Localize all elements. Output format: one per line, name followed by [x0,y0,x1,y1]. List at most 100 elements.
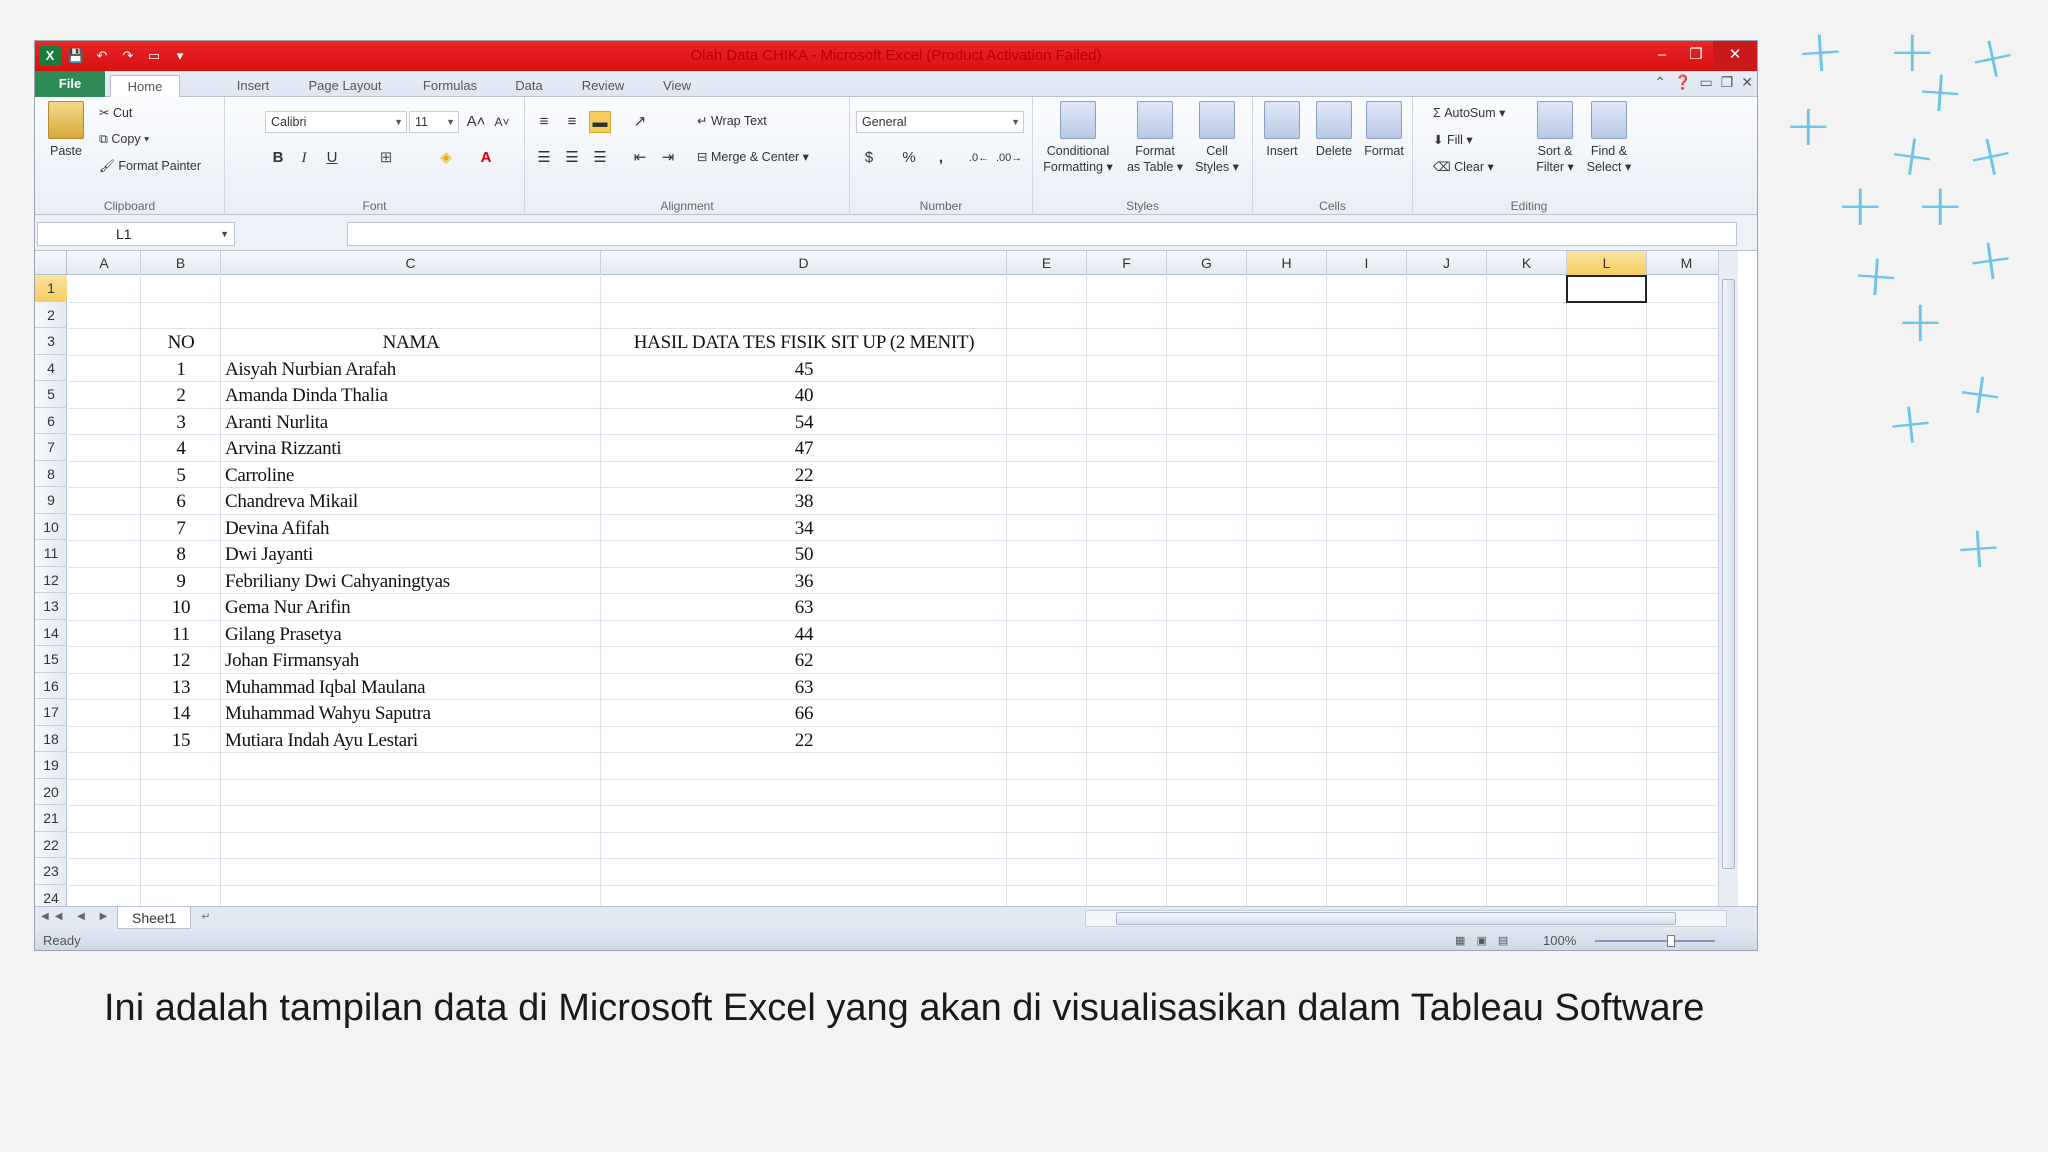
font-size-select[interactable]: 11 ▼ [409,111,459,133]
cell-hasil[interactable]: 66 [601,700,1007,727]
minimize-ribbon-icon[interactable]: ⌃ [1654,74,1666,91]
italic-button[interactable]: I [293,147,315,169]
cell-nama[interactable]: Chandreva Mikail [225,488,601,515]
row-header-10[interactable]: 10 [35,514,67,540]
insert-cells-button[interactable]: Insert [1257,101,1307,159]
cell-nama[interactable]: Devina Afifah [225,515,601,542]
cell-no[interactable]: 3 [141,409,221,436]
cell-header-no[interactable]: NO [141,329,221,356]
cell-hasil[interactable]: 38 [601,488,1007,515]
cell-hasil[interactable]: 44 [601,621,1007,648]
column-header-f[interactable]: F [1087,251,1167,275]
column-header-e[interactable]: E [1007,251,1087,275]
cell-nama[interactable]: Johan Firmansyah [225,647,601,674]
cell-hasil[interactable]: 62 [601,647,1007,674]
underline-button[interactable]: U [321,147,343,169]
paste-button[interactable]: Paste [41,101,91,159]
row-header-16[interactable]: 16 [35,673,67,699]
zoom-level[interactable]: 100% [1543,930,1576,950]
select-all-corner[interactable] [35,251,67,275]
cell-nama[interactable]: Gema Nur Arifin [225,594,601,621]
row-header-23[interactable]: 23 [35,858,67,885]
cell-styles-button[interactable]: Cell Styles ▾ [1189,101,1245,175]
cell-nama[interactable]: Aranti Nurlita [225,409,601,436]
row-header-19[interactable]: 19 [35,752,67,779]
vertical-scrollbar[interactable] [1718,251,1738,906]
row-header-1[interactable]: 1 [35,275,67,302]
cell-hasil[interactable]: 36 [601,568,1007,595]
cell-no[interactable]: 5 [141,462,221,489]
cell-nama[interactable]: Gilang Prasetya [225,621,601,648]
cell-hasil[interactable]: 34 [601,515,1007,542]
cell-no[interactable]: 10 [141,594,221,621]
row-header-3[interactable]: 3 [35,328,67,355]
cell-hasil[interactable]: 50 [601,541,1007,568]
cell-hasil[interactable]: 40 [601,382,1007,409]
cell-nama[interactable]: Muhammad Iqbal Maulana [225,674,601,701]
zoom-slider-knob[interactable] [1667,935,1675,947]
cell-nama[interactable]: Mutiara Indah Ayu Lestari [225,727,601,754]
tab-home[interactable]: Home [110,75,180,98]
wrap-text-button[interactable]: ↵ Wrap Text [697,113,767,128]
row-header-21[interactable]: 21 [35,805,67,832]
tab-view[interactable]: View [649,75,705,97]
align-center-icon[interactable]: ☰ [561,147,583,169]
cell-no[interactable]: 11 [141,621,221,648]
format-as-table-button[interactable]: Format as Table ▾ [1123,101,1187,175]
row-header-6[interactable]: 6 [35,408,67,434]
cell-header-nama[interactable]: NAMA [221,329,601,356]
name-box[interactable]: L1 ▼ [37,222,235,246]
cell-header-hasil[interactable]: HASIL DATA TES FISIK SIT UP (2 MENIT) [601,329,1007,356]
workbook-minimize-icon[interactable]: ▭ [1699,74,1712,91]
align-top-icon[interactable]: ≡ [533,111,555,133]
cell-no[interactable]: 12 [141,647,221,674]
row-header-9[interactable]: 9 [35,487,67,514]
column-header-g[interactable]: G [1167,251,1247,275]
cell-no[interactable]: 1 [141,356,221,383]
format-painter-button[interactable]: 🖌 Format Painter [99,159,201,174]
row-header-4[interactable]: 4 [35,355,67,381]
font-name-select[interactable]: Calibri ▼ [265,111,407,133]
row-header-22[interactable]: 22 [35,832,67,858]
cell-no[interactable]: 4 [141,435,221,462]
row-header-8[interactable]: 8 [35,461,67,487]
cell-hasil[interactable]: 47 [601,435,1007,462]
cell-hasil[interactable]: 45 [601,356,1007,383]
cell-hasil[interactable]: 22 [601,462,1007,489]
sheet-tab-sheet1[interactable]: Sheet1 [117,907,192,929]
cell-nama[interactable]: Aisyah Nurbian Arafah [225,356,601,383]
cell-nama[interactable]: Carroline [225,462,601,489]
column-header-i[interactable]: I [1327,251,1407,275]
workbook-close-icon[interactable]: ✕ [1741,74,1753,91]
number-format-select[interactable]: General ▼ [856,111,1024,133]
merge-center-button[interactable]: ⊟ Merge & Center ▾ [697,149,809,164]
align-right-icon[interactable]: ☰ [589,147,611,169]
scrollbar-thumb[interactable] [1722,279,1735,869]
increase-decimal-icon[interactable]: .0← [968,147,990,169]
fill-color-icon[interactable]: ◈ [435,147,457,169]
cell-no[interactable]: 13 [141,674,221,701]
row-header-15[interactable]: 15 [35,646,67,673]
row-header-14[interactable]: 14 [35,620,67,646]
cell-no[interactable]: 14 [141,700,221,727]
find-select-button[interactable]: Find & Select ▾ [1583,101,1635,175]
row-header-7[interactable]: 7 [35,434,67,461]
comma-button[interactable]: , [930,147,952,169]
align-bottom-icon[interactable]: ▬ [589,111,611,133]
row-header-18[interactable]: 18 [35,726,67,752]
close-button[interactable]: ✕ [1713,41,1757,69]
cell-hasil[interactable]: 22 [601,727,1007,754]
restore-button[interactable]: ❐ [1679,41,1713,69]
row-header-13[interactable]: 13 [35,593,67,620]
new-sheet-icon[interactable]: ↵ [193,910,219,926]
workbook-restore-icon[interactable]: ❐ [1721,74,1734,91]
column-header-l[interactable]: L [1567,251,1647,275]
copy-button[interactable]: ⧉ Copy ▾ [99,132,149,147]
tab-data[interactable]: Data [503,75,555,97]
help-icon[interactable]: ❓ [1674,74,1691,91]
autosum-button[interactable]: Σ AutoSum ▾ [1433,105,1505,120]
tab-file[interactable]: File [35,71,105,97]
fill-button[interactable]: ⬇ Fill ▾ [1433,132,1473,147]
cell-no[interactable]: 7 [141,515,221,542]
column-header-j[interactable]: J [1407,251,1487,275]
